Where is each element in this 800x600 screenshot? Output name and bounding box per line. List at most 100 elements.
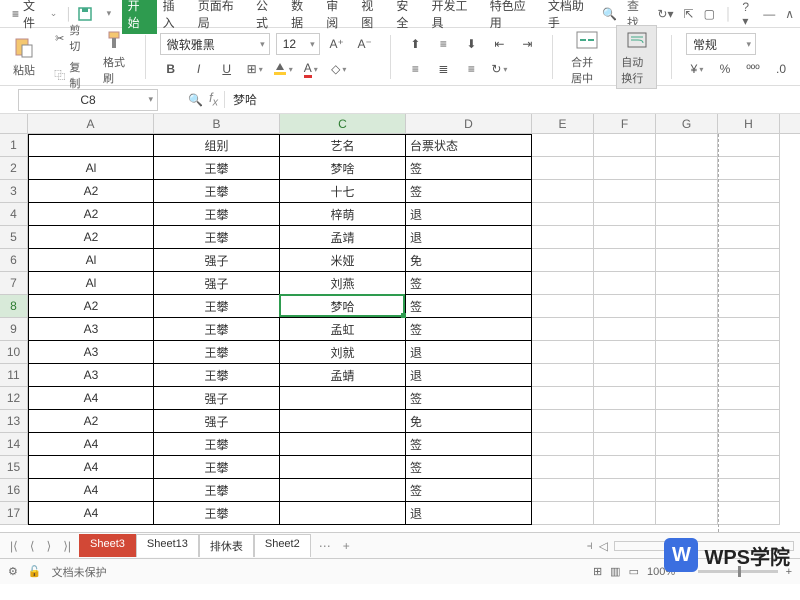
cell[interactable]: [656, 410, 718, 433]
cell[interactable]: [594, 226, 656, 249]
cell[interactable]: [718, 341, 780, 364]
cell[interactable]: 王攀: [154, 502, 280, 525]
cell[interactable]: [718, 180, 780, 203]
cell[interactable]: [594, 249, 656, 272]
cell[interactable]: [280, 433, 406, 456]
cell[interactable]: [532, 272, 594, 295]
cell[interactable]: [718, 456, 780, 479]
cell[interactable]: 强子: [154, 387, 280, 410]
cell[interactable]: 孟靖: [280, 226, 406, 249]
font-select[interactable]: 微软雅黑▾: [160, 33, 270, 55]
cell[interactable]: 刘就: [280, 341, 406, 364]
cell[interactable]: 十七: [280, 180, 406, 203]
cell[interactable]: [718, 410, 780, 433]
font-size-select[interactable]: 12▾: [276, 33, 320, 55]
align-top-icon[interactable]: ⬆: [404, 33, 426, 55]
fx-icon[interactable]: 🔍: [188, 93, 203, 107]
cell[interactable]: 退: [406, 341, 532, 364]
cell[interactable]: 王攀: [154, 479, 280, 502]
wrap-button[interactable]: 自动换行: [616, 25, 657, 89]
cell[interactable]: 王攀: [154, 203, 280, 226]
column-header[interactable]: H: [718, 114, 780, 133]
cell[interactable]: [532, 249, 594, 272]
split-icon[interactable]: ⫞: [587, 538, 593, 553]
cell[interactable]: [28, 134, 154, 157]
row-header[interactable]: 6: [0, 249, 27, 272]
cell[interactable]: A3: [28, 364, 154, 387]
column-header[interactable]: C: [280, 114, 406, 133]
cell[interactable]: [656, 387, 718, 410]
cell[interactable]: [718, 203, 780, 226]
cell[interactable]: [656, 295, 718, 318]
align-right-icon[interactable]: ≡: [460, 58, 482, 80]
row-header[interactable]: 9: [0, 318, 27, 341]
row-header[interactable]: 15: [0, 456, 27, 479]
cell[interactable]: [656, 433, 718, 456]
fill-color-button[interactable]: [272, 58, 294, 80]
cell-style-button[interactable]: ◇: [328, 58, 350, 80]
cell[interactable]: [656, 272, 718, 295]
copy-button[interactable]: ⿻复制: [50, 58, 89, 92]
sheet-tab[interactable]: Sheet2: [254, 534, 311, 557]
percent-icon[interactable]: %: [714, 58, 736, 80]
cell[interactable]: 强子: [154, 249, 280, 272]
share-icon[interactable]: ⇱: [684, 7, 694, 21]
cell[interactable]: 强子: [154, 272, 280, 295]
cell[interactable]: [532, 410, 594, 433]
cell[interactable]: [594, 387, 656, 410]
row-header[interactable]: 13: [0, 410, 27, 433]
format-painter-button[interactable]: 格式刷: [99, 26, 131, 88]
cell[interactable]: 王攀: [154, 180, 280, 203]
sheet-tab[interactable]: Sheet3: [79, 534, 136, 557]
align-center-icon[interactable]: ≣: [432, 58, 454, 80]
cell[interactable]: A4: [28, 456, 154, 479]
cell[interactable]: 王攀: [154, 318, 280, 341]
cell[interactable]: 组别: [154, 134, 280, 157]
cell[interactable]: [718, 502, 780, 525]
merge-button[interactable]: 合并居中: [567, 26, 606, 88]
cell[interactable]: 王攀: [154, 157, 280, 180]
indent-increase-icon[interactable]: ⇥: [516, 33, 538, 55]
ribbon-tab-3[interactable]: 公式: [250, 0, 285, 34]
protect-status[interactable]: 文档未保护: [52, 564, 107, 580]
cell[interactable]: [532, 456, 594, 479]
cell[interactable]: [718, 226, 780, 249]
settings-icon[interactable]: ⚙: [8, 565, 18, 578]
cell[interactable]: 签: [406, 456, 532, 479]
ribbon-tab-9[interactable]: 特色应用: [484, 0, 542, 34]
align-middle-icon[interactable]: ≡: [432, 33, 454, 55]
align-bottom-icon[interactable]: ⬇: [460, 33, 482, 55]
cell[interactable]: A4: [28, 502, 154, 525]
comma-icon[interactable]: ººº: [742, 58, 764, 80]
cell[interactable]: [594, 134, 656, 157]
cell[interactable]: [656, 456, 718, 479]
cell[interactable]: A3: [28, 341, 154, 364]
cell[interactable]: A2: [28, 203, 154, 226]
cell[interactable]: 退: [406, 502, 532, 525]
hscroll-left-icon[interactable]: ◁: [599, 539, 608, 553]
cell[interactable]: [656, 249, 718, 272]
cell[interactable]: [718, 157, 780, 180]
row-header[interactable]: 17: [0, 502, 27, 525]
help-icon[interactable]: ?▾: [742, 0, 753, 28]
cell[interactable]: [532, 387, 594, 410]
cell[interactable]: [532, 295, 594, 318]
cell[interactable]: [718, 479, 780, 502]
cell[interactable]: [718, 134, 780, 157]
cell[interactable]: 签: [406, 433, 532, 456]
cell[interactable]: [280, 410, 406, 433]
cell[interactable]: 梦啥: [280, 157, 406, 180]
cell[interactable]: [718, 433, 780, 456]
select-all-corner[interactable]: [0, 114, 28, 134]
indent-decrease-icon[interactable]: ⇤: [488, 33, 510, 55]
row-header[interactable]: 4: [0, 203, 27, 226]
row-header[interactable]: 1: [0, 134, 27, 157]
ribbon-tab-7[interactable]: 安全: [390, 0, 425, 34]
ribbon-tab-6[interactable]: 视图: [355, 0, 390, 34]
row-header[interactable]: 12: [0, 387, 27, 410]
row-header[interactable]: 11: [0, 364, 27, 387]
cell[interactable]: [656, 180, 718, 203]
orientation-icon[interactable]: ↻: [488, 58, 510, 80]
view-page-icon[interactable]: ▥: [610, 565, 620, 578]
sheet-nav-prev[interactable]: ⟨: [26, 539, 39, 553]
